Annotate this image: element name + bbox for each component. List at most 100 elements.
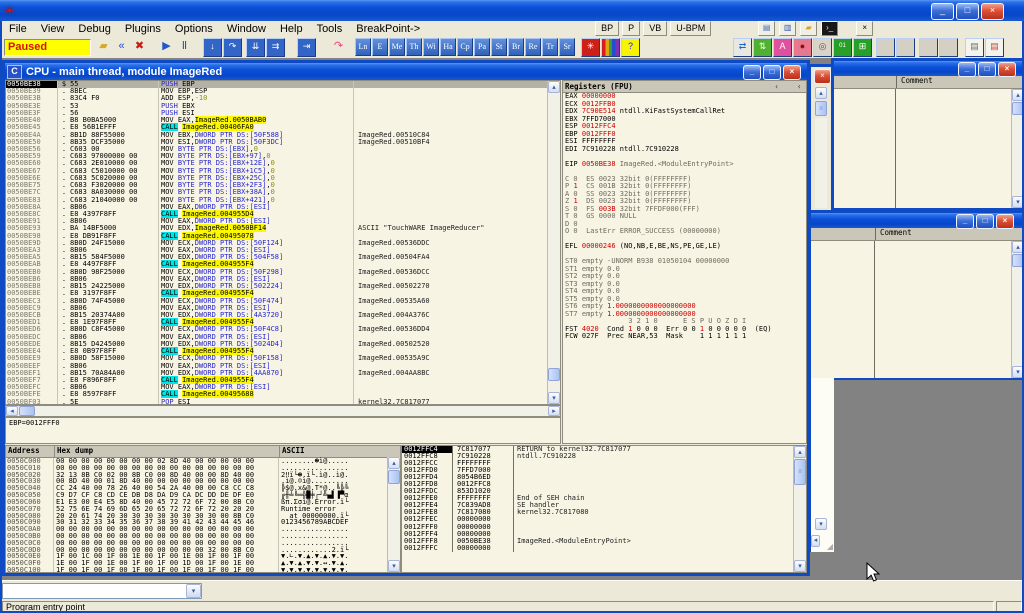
plugin-button-u-bpm[interactable]: U-BPM [670, 21, 711, 36]
registers-pane[interactable]: Registers (FPU) ‹ ‹ EAX 00000000ECX 0012… [562, 80, 807, 444]
toolbar-tab-e[interactable]: E [372, 38, 388, 56]
dump-col-address[interactable]: Address [6, 446, 55, 457]
menu-window[interactable]: Window [220, 22, 273, 36]
close-button[interactable]: × [996, 214, 1014, 229]
open-folder-icon[interactable]: ▰ [800, 21, 817, 36]
toolbar-tab-ha[interactable]: Ha [440, 38, 456, 56]
console-icon[interactable]: ›_ [821, 21, 838, 36]
minimize-button[interactable]: _ [956, 214, 974, 229]
disasm-row[interactable]: 0050BE38$55PUSH EBP [6, 81, 548, 88]
chevron-down-icon[interactable]: ▾ [186, 584, 201, 598]
scroll-down-icon[interactable]: ▾ [815, 518, 827, 530]
assembler-button[interactable]: A [773, 38, 792, 57]
scroll-left-icon[interactable]: ◂ [6, 406, 18, 416]
list-header[interactable]: Comment [811, 228, 1024, 241]
run-button[interactable]: ▶ [158, 38, 175, 55]
stack-pane[interactable]: 0012FFC47C817077RETURN to kernel32.7C817… [401, 445, 807, 573]
scroll-right-icon[interactable]: ▸ [548, 406, 560, 416]
cpu-minimize-button[interactable]: _ [743, 65, 761, 80]
dump-pane[interactable]: Address Hex dump ASCII 0050C00000 00 00 … [5, 445, 401, 573]
cpu-window-titlebar[interactable]: C CPU - main thread, module ImageRed _ □… [5, 63, 807, 80]
toolbar-tab-me[interactable]: Me [389, 38, 405, 56]
blank-button[interactable] [939, 38, 958, 57]
toolbar-tab-st[interactable]: St [491, 38, 507, 56]
empty-list-area[interactable]: ▴ ▾ [834, 89, 1024, 208]
execute-till-return-button[interactable]: ⇥ [297, 38, 316, 57]
dump-vscrollbar[interactable]: ▴ ▾ [387, 457, 400, 572]
restore-button[interactable]: □ [978, 62, 996, 77]
go-to-address-button[interactable]: ↷ [330, 38, 347, 55]
menu-breakpoint[interactable]: BreakPoint-> [349, 22, 427, 36]
scroll-thumb[interactable]: ≡ [815, 101, 827, 116]
window-titlebar[interactable]: _ □ × [834, 61, 1024, 76]
disasm-row[interactable]: 0050BED6.8B0D C8F45000MOV ECX,DWORD PTR … [6, 326, 548, 333]
disasm-row[interactable]: 0050BEF7.E8 F896F8FFCALL ImageRed.004955… [6, 377, 548, 384]
binary-button[interactable]: 01 [833, 38, 852, 57]
step-over-button[interactable]: ↷ [223, 38, 242, 57]
command-input[interactable] [3, 584, 186, 598]
disasm-row[interactable]: 0050BE8C.E8 4397F8FFCALL ImageRed.004955… [6, 211, 548, 218]
menu-help[interactable]: Help [273, 22, 310, 36]
restart-button[interactable]: « [113, 38, 130, 55]
disasm-row[interactable]: 0050BE3B.83C4 F0ADD ESP,-10 [6, 95, 548, 102]
disassembly-pane[interactable]: 0050BE38$55PUSH EBP0050BE39.8BECMOV EBP,… [5, 80, 561, 405]
disasm-vscrollbar[interactable]: ▴ ▾ [547, 81, 560, 404]
empty-list-area[interactable]: ▴ ▾ [811, 241, 1024, 378]
close-button[interactable]: × [814, 69, 831, 84]
disasm-row[interactable]: 0050BE83.C683 21040000 00MOV BYTE PTR DS… [6, 197, 548, 204]
minimize-button[interactable]: _ [931, 3, 954, 20]
cpu-close-button[interactable]: × [783, 65, 801, 80]
disasm-scroll-thumb[interactable] [548, 368, 560, 381]
header-col-comment[interactable]: Comment [897, 76, 933, 88]
animate-over-button[interactable]: ⇉ [266, 38, 285, 57]
command-combobox[interactable]: ▾ [2, 583, 202, 599]
disasm-row[interactable]: 0050BE9D.8B0D 24F15000MOV ECX,DWORD PTR … [6, 240, 548, 247]
toolbar-tab-wi[interactable]: Wi [423, 38, 439, 56]
open-file-button[interactable]: ▰ [95, 38, 112, 55]
info-pane[interactable]: EBP=0012FFF0 [5, 417, 561, 444]
settings-gear-button[interactable]: ✳ [581, 38, 600, 57]
book-icon[interactable]: ▥ [779, 21, 796, 36]
resize-grip[interactable]: ◢ [827, 543, 833, 551]
dump-scroll-thumb[interactable] [388, 470, 400, 484]
swap-arrows-button[interactable]: ⇄ [733, 38, 752, 57]
scroll-up-icon[interactable]: ▴ [388, 457, 400, 469]
plugin-button-bp[interactable]: BP [595, 21, 619, 36]
menu-plugins[interactable]: Plugins [118, 22, 168, 36]
plugin-close-button[interactable]: × [856, 21, 873, 36]
report-marked-button[interactable]: ▤ [985, 38, 1004, 57]
appearance-button[interactable] [601, 38, 620, 57]
stack-vscrollbar[interactable]: ▴ ≡ ▾ [793, 446, 806, 572]
scroll-up-icon[interactable]: ▴ [794, 446, 806, 458]
scroll-up-icon[interactable]: ▴ [548, 81, 560, 93]
step-into-button[interactable]: ↓ [203, 38, 222, 57]
scroll-down-icon[interactable]: ▾ [794, 560, 806, 572]
cpu-restore-button[interactable]: □ [763, 65, 781, 80]
report-button[interactable]: ▤ [965, 38, 984, 57]
scroll-track[interactable] [815, 118, 827, 208]
register-line[interactable]: EFL 00000246 (NO,NB,E,BE,NS,PE,GE,LE) [563, 243, 806, 251]
menu-file[interactable]: File [2, 22, 34, 36]
grid-window-button[interactable]: ⊞ [853, 38, 872, 57]
disasm-hscroll-thumb[interactable] [19, 406, 35, 416]
disasm-hscrollbar[interactable]: ◂ ▸ [5, 405, 561, 417]
scroll-left-icon[interactable]: ◂ [811, 535, 820, 547]
menu-debug[interactable]: Debug [71, 22, 117, 36]
toolbar-tab-pa[interactable]: Pa [474, 38, 490, 56]
menu-view[interactable]: View [34, 22, 72, 36]
dump-row[interactable]: 0050C1001F 00 1F 00 1F 00 1F 00 1F 00 1F… [6, 567, 400, 573]
pause-button[interactable]: Ⅱ [176, 38, 193, 55]
register-line[interactable]: O 0 LastErr ERROR_SUCCESS (00000000) [563, 228, 806, 236]
window-titlebar[interactable]: _ □ × [811, 213, 1024, 228]
toolbar-tab-br[interactable]: Br [508, 38, 524, 56]
close-button[interactable]: × [998, 62, 1016, 77]
disasm-row[interactable]: 0050BEFE.E8 8597F8FFCALL ImageRed.004956… [6, 391, 548, 398]
disasm-row[interactable]: 0050BE3E.53PUSH EBX [6, 103, 548, 110]
restore-button[interactable]: □ [976, 214, 994, 229]
dump-col-ascii[interactable]: ASCII [280, 446, 400, 457]
register-line[interactable]: T 0 GS 0000 NULL [563, 213, 806, 221]
updown-button[interactable]: ⇅ [753, 38, 772, 57]
register-line[interactable]: EDI 7C910228 ntdll.7C910228 [563, 146, 806, 154]
spiral-button[interactable]: ◎ [813, 38, 832, 57]
stack-row[interactable]: 0012FFFC00000000 [402, 545, 806, 552]
